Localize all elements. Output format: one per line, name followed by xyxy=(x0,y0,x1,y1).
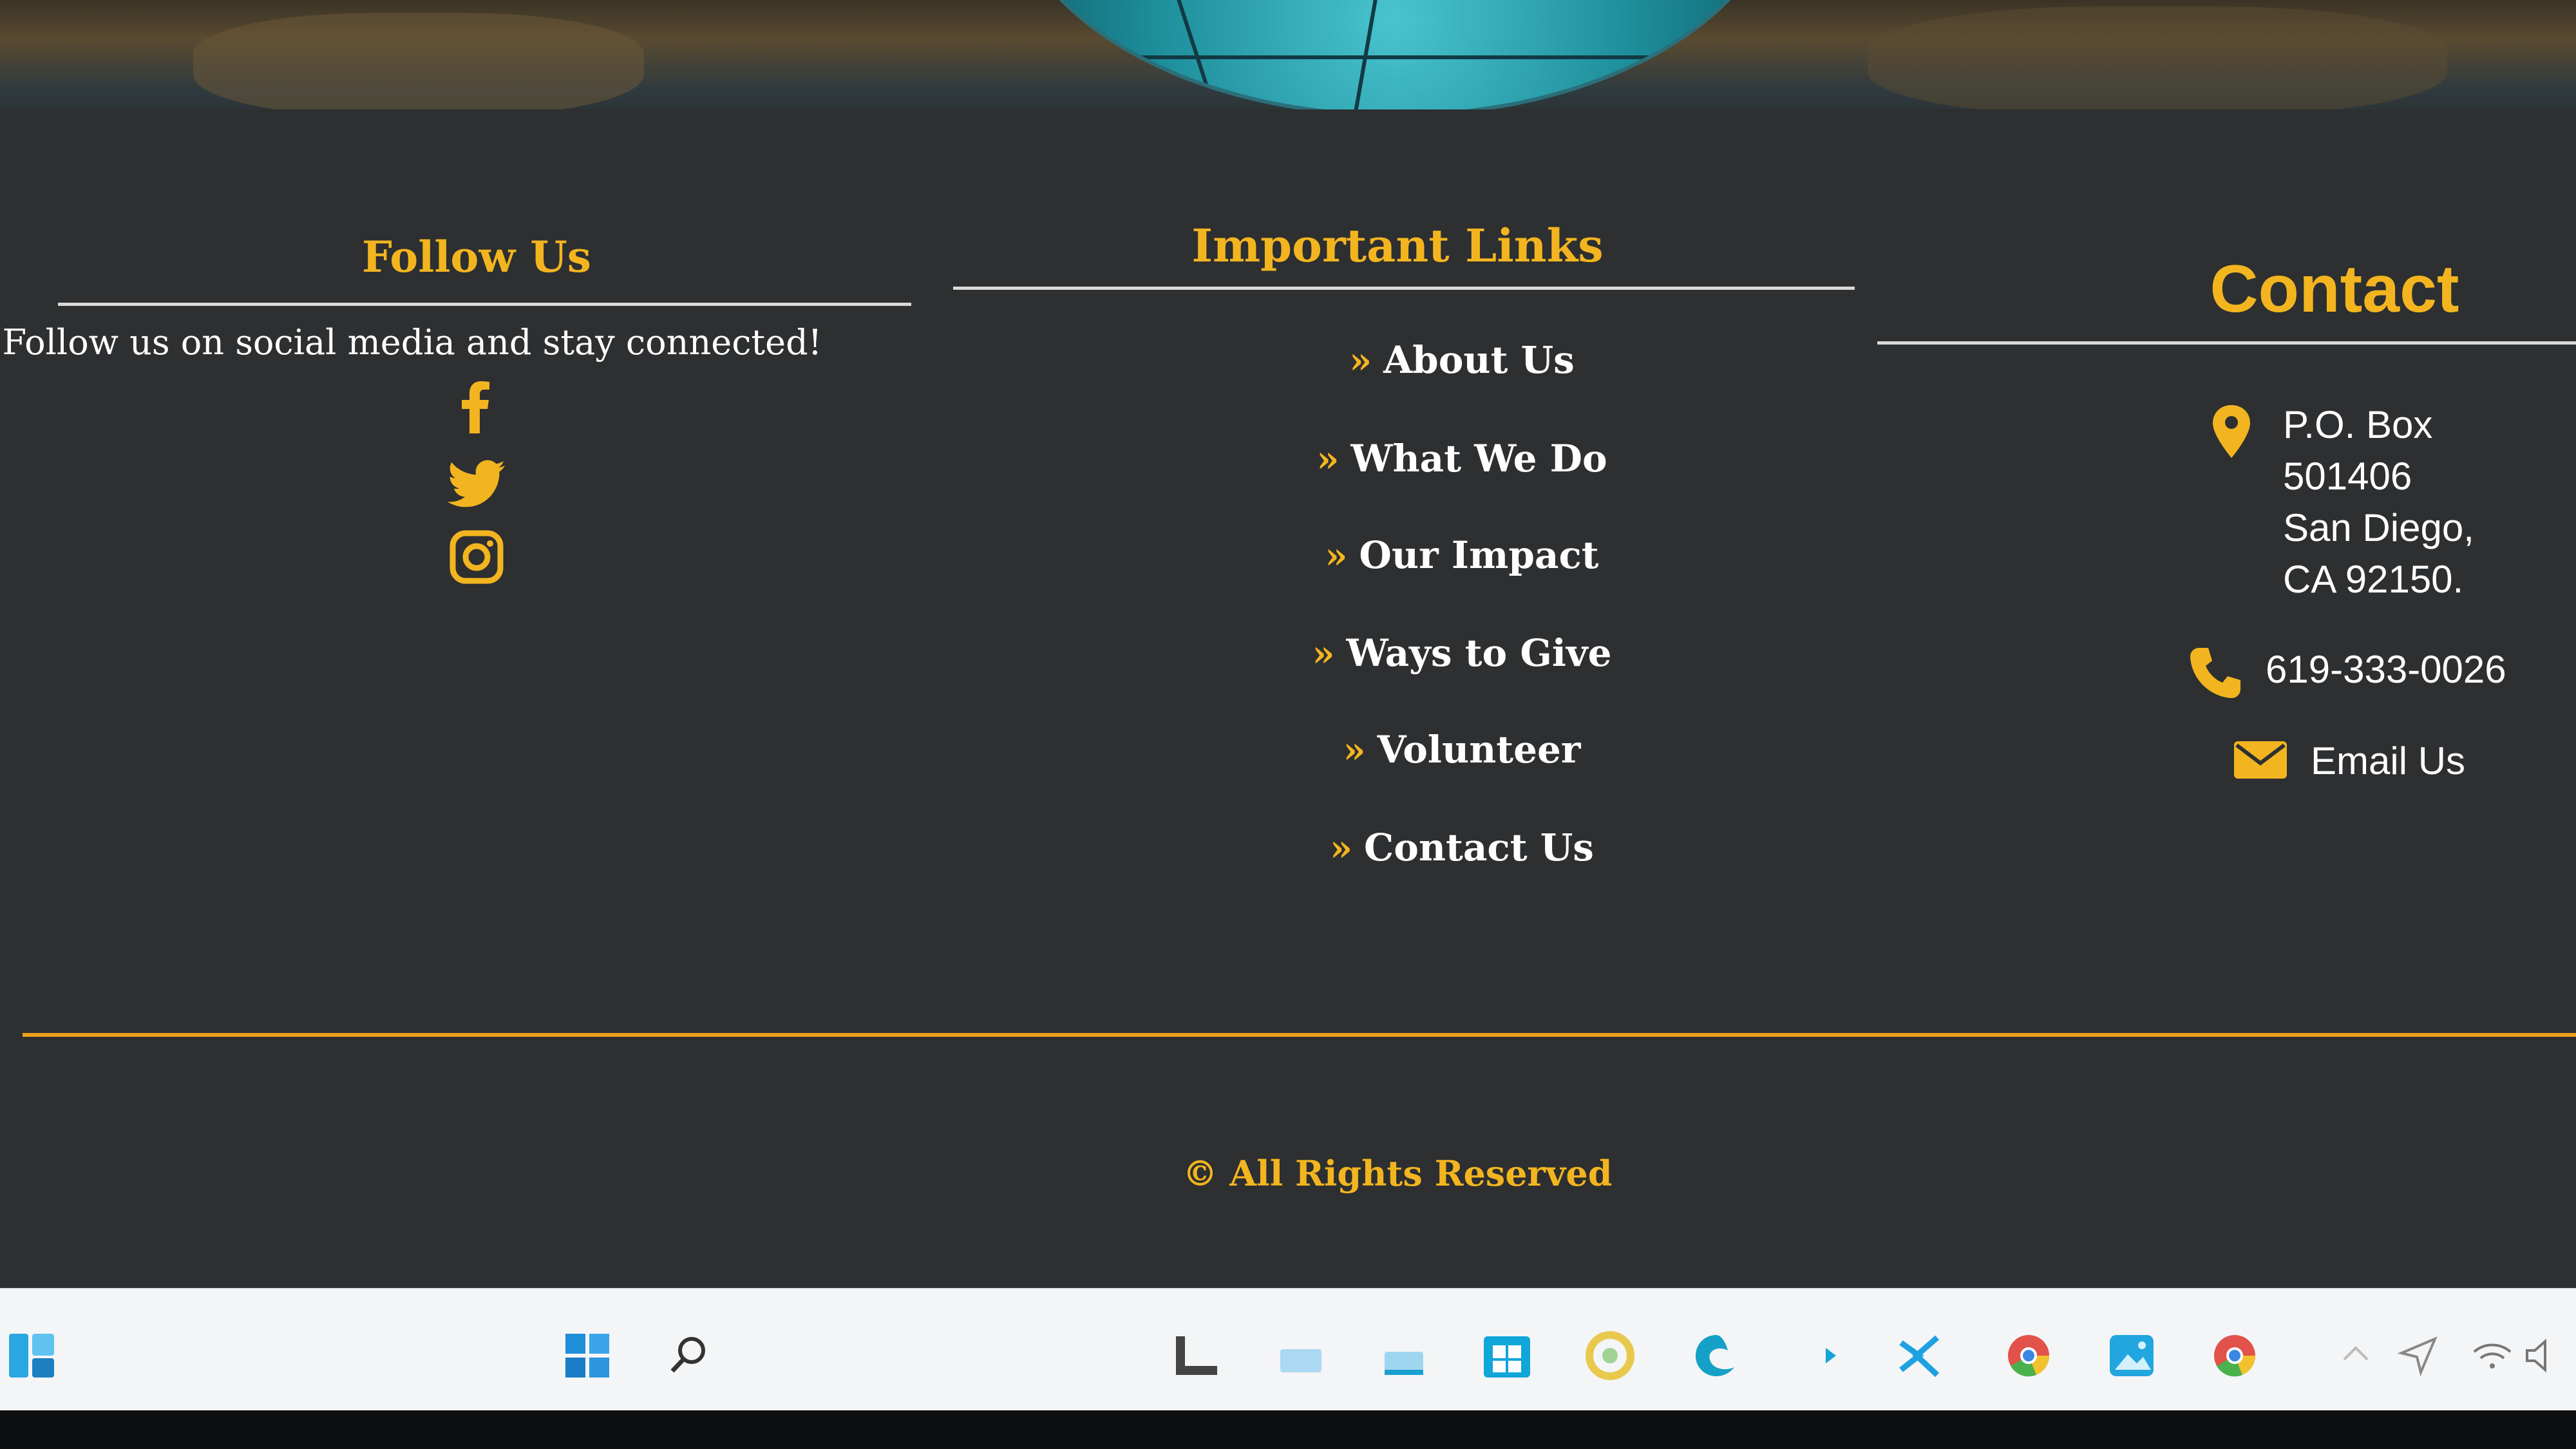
widgets-icon[interactable] xyxy=(6,1330,58,1381)
link-label: Ways to Give xyxy=(1346,631,1612,675)
twitter-icon[interactable] xyxy=(447,454,506,512)
wifi-icon[interactable] xyxy=(2467,1330,2518,1381)
copyright-text: © All Rights Reserved xyxy=(1182,1153,1613,1194)
link-contact-us[interactable]: » Contact Us xyxy=(953,826,1971,869)
screen-bezel xyxy=(0,1410,2576,1449)
start-icon[interactable] xyxy=(562,1330,613,1381)
phone-icon xyxy=(2186,644,2244,702)
contact-address: P.O. Box 501406 San Diego, CA 92150. xyxy=(2283,399,2553,605)
terminal-icon[interactable] xyxy=(1806,1330,1858,1381)
address-line: CA 92150. xyxy=(2283,558,2464,601)
hero-blur-left xyxy=(193,13,644,116)
hero-blur-right xyxy=(1868,6,2447,116)
chevron-double-icon: » xyxy=(1325,535,1348,577)
follow-us-text: Follow us on social media and stay conne… xyxy=(2,322,822,363)
envelope-icon xyxy=(2231,737,2289,782)
globe-parallel xyxy=(1009,55,1781,59)
screen: Follow Us Follow us on social media and … xyxy=(0,0,2576,1449)
chrome-canary-icon[interactable] xyxy=(1584,1330,1636,1381)
tray-chevron-icon[interactable] xyxy=(2330,1330,2382,1381)
volume-icon[interactable] xyxy=(2518,1330,2570,1381)
instagram-icon[interactable] xyxy=(448,528,506,586)
chevron-double-icon: » xyxy=(1349,339,1372,382)
important-links-title: Important Links xyxy=(1191,219,1604,272)
chrome-dev-icon[interactable] xyxy=(2209,1330,2260,1381)
link-what-we-do[interactable]: » What We Do xyxy=(953,437,1971,480)
contact-divider xyxy=(1877,341,2576,345)
vscode-icon[interactable] xyxy=(1893,1330,1945,1381)
facebook-icon[interactable] xyxy=(448,377,506,435)
chevron-double-icon: » xyxy=(1330,827,1353,869)
address-line: 501406 xyxy=(2283,455,2412,498)
address-line: P.O. Box xyxy=(2283,403,2433,446)
link-about-us[interactable]: » About Us xyxy=(953,338,1971,382)
map-pin-icon xyxy=(2209,402,2254,460)
globe-meridian xyxy=(1065,0,1214,103)
important-links-divider xyxy=(953,287,1855,290)
follow-us-title: Follow Us xyxy=(362,232,591,282)
folder-icon[interactable] xyxy=(1378,1330,1430,1381)
link-volunteer[interactable]: » Volunteer xyxy=(953,728,1971,772)
footer-divider xyxy=(23,1033,2576,1037)
contact-email-link[interactable]: Email Us xyxy=(2311,735,2465,787)
search-icon[interactable] xyxy=(663,1330,715,1381)
link-ways-to-give[interactable]: » Ways to Give xyxy=(953,631,1971,675)
follow-us-divider xyxy=(58,303,911,306)
chevron-double-icon: » xyxy=(1343,729,1366,772)
link-label: Our Impact xyxy=(1359,533,1599,577)
link-label: Volunteer xyxy=(1377,728,1581,772)
edge-icon[interactable] xyxy=(1690,1330,1742,1381)
address-line: San Diego, xyxy=(2283,506,2474,549)
contact-phone-link[interactable]: 619-333-0026 xyxy=(2266,644,2506,696)
chevron-double-icon: » xyxy=(1316,438,1340,480)
store-icon[interactable] xyxy=(1481,1330,1533,1381)
chrome-icon[interactable] xyxy=(2003,1330,2054,1381)
photos-icon[interactable] xyxy=(2106,1330,2157,1381)
link-our-impact[interactable]: » Our Impact xyxy=(953,533,1971,577)
location-icon[interactable] xyxy=(2392,1330,2444,1381)
link-label: Contact Us xyxy=(1364,826,1594,869)
task-view-icon[interactable] xyxy=(1171,1330,1222,1381)
file-explorer-icon[interactable] xyxy=(1275,1330,1327,1381)
link-label: About Us xyxy=(1383,338,1575,382)
chevron-double-icon: » xyxy=(1312,632,1335,675)
globe-image xyxy=(1005,0,1785,117)
link-label: What We Do xyxy=(1350,437,1607,480)
contact-title: Contact xyxy=(2210,252,2459,327)
